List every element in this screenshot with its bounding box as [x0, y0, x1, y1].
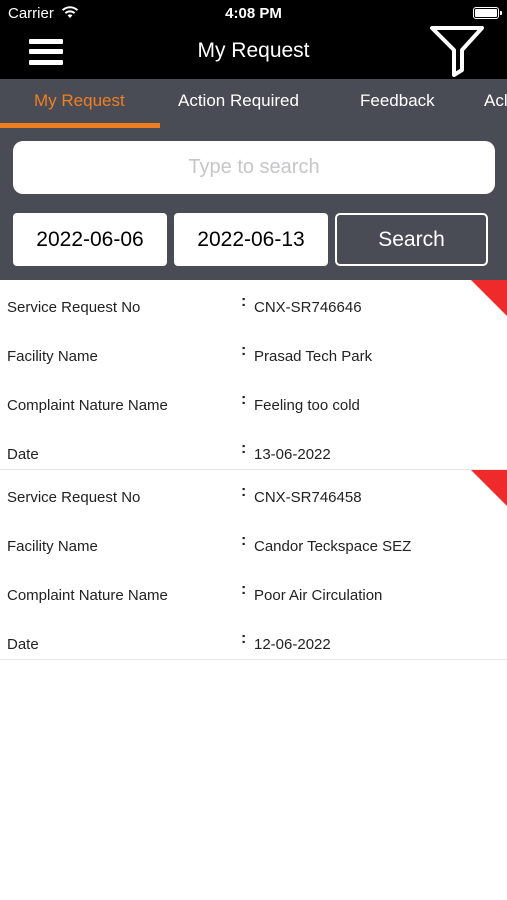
complaint-label: Complaint Nature Name — [7, 587, 168, 604]
date-label: Date — [7, 446, 39, 463]
search-button[interactable]: Search — [335, 213, 488, 266]
complaint-value: Poor Air Circulation — [254, 587, 383, 604]
facility-row: Facility Name : Prasad Tech Park — [0, 342, 507, 368]
separator: : — [241, 630, 247, 647]
separator: : — [241, 391, 247, 408]
facility-label: Facility Name — [7, 348, 98, 365]
search-input[interactable] — [13, 141, 495, 194]
separator: : — [241, 483, 247, 500]
complaint-row: Complaint Nature Name : Poor Air Circula… — [0, 581, 507, 607]
tab-overflow[interactable]: Acl — [484, 91, 507, 111]
facility-value: Candor Teckspace SEZ — [254, 538, 412, 555]
separator: : — [241, 532, 247, 549]
separator: : — [241, 581, 247, 598]
battery-icon — [473, 7, 502, 19]
request-list: Service Request No : CNX-SR746646 Facili… — [0, 280, 507, 660]
tab-bar: My Request Action Required Feedback Acl — [0, 79, 507, 128]
facility-label: Facility Name — [7, 538, 98, 555]
date-label: Date — [7, 636, 39, 653]
date-value: 13-06-2022 — [254, 446, 331, 463]
date-row: Date : 12-06-2022 — [0, 630, 507, 656]
service-request-row: Service Request No : CNX-SR746458 — [0, 483, 507, 509]
to-date-field[interactable]: 2022-06-13 — [174, 213, 328, 266]
separator: : — [241, 440, 247, 457]
status-bar: Carrier 4:08 PM — [0, 0, 507, 28]
complaint-label: Complaint Nature Name — [7, 397, 168, 414]
service-request-label: Service Request No — [7, 299, 141, 316]
facility-row: Facility Name : Candor Teckspace SEZ — [0, 532, 507, 558]
filter-funnel-icon[interactable] — [428, 25, 486, 77]
date-value: 12-06-2022 — [254, 636, 331, 653]
service-request-value: CNX-SR746646 — [254, 299, 362, 316]
list-item[interactable]: Service Request No : CNX-SR746458 Facili… — [0, 470, 507, 660]
service-request-value: CNX-SR746458 — [254, 489, 362, 506]
tab-action-required[interactable]: Action Required — [178, 91, 299, 111]
tab-feedback[interactable]: Feedback — [360, 91, 435, 111]
date-row: Date : 13-06-2022 — [0, 440, 507, 466]
complaint-row: Complaint Nature Name : Feeling too cold — [0, 391, 507, 417]
clock-time: 4:08 PM — [225, 5, 282, 22]
service-request-label: Service Request No — [7, 489, 141, 506]
separator: : — [241, 293, 247, 310]
separator: : — [241, 342, 247, 359]
tab-my-request[interactable]: My Request — [34, 91, 125, 111]
from-date-field[interactable]: 2022-06-06 — [13, 213, 167, 266]
service-request-row: Service Request No : CNX-SR746646 — [0, 293, 507, 319]
list-item[interactable]: Service Request No : CNX-SR746646 Facili… — [0, 280, 507, 470]
facility-value: Prasad Tech Park — [254, 348, 373, 365]
complaint-value: Feeling too cold — [254, 397, 360, 414]
filter-panel: 2022-06-06 2022-06-13 Search — [0, 128, 507, 280]
navigation-bar: My Request — [0, 25, 507, 79]
